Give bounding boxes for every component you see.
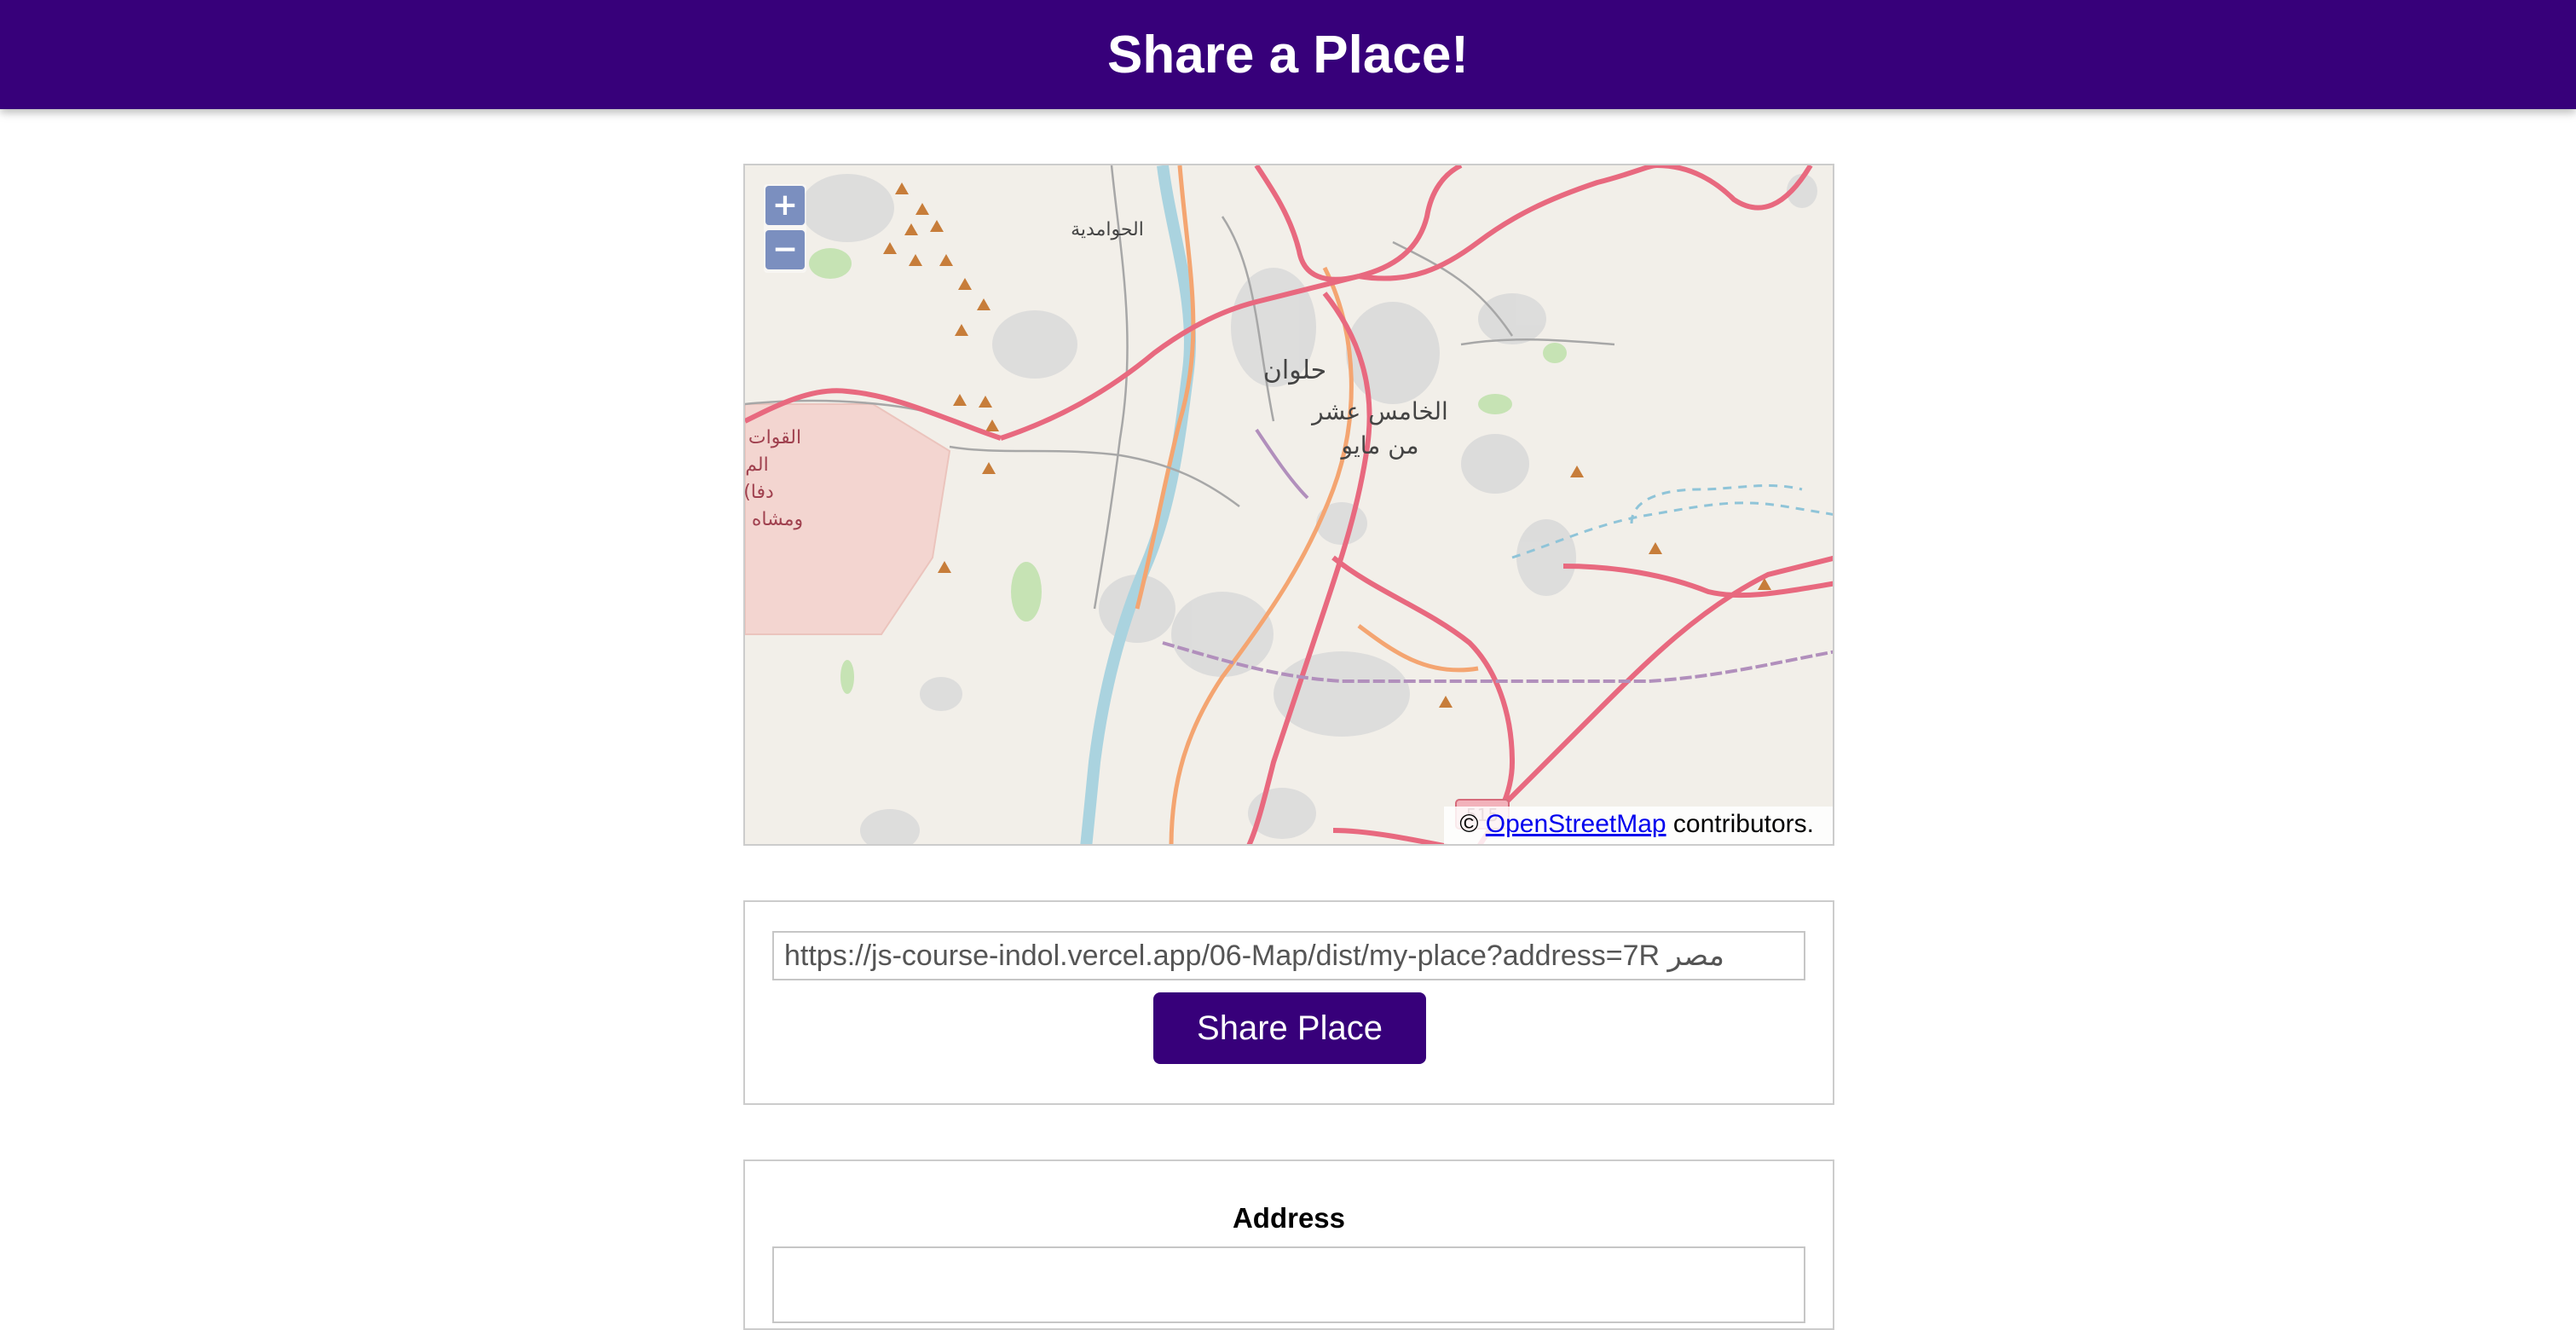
map-label-qawat-4: ومشاه (752, 509, 803, 530)
zoom-in-button[interactable]: + (765, 186, 805, 225)
address-label: Address (1232, 1202, 1346, 1234)
map-label-15-may-line2: من مايو (1340, 431, 1419, 460)
share-place-button[interactable]: Share Place (1153, 992, 1426, 1064)
map-label-qawat-2: الم (745, 454, 768, 476)
map-view[interactable]: حلوان الخامس عشر من مايو الحوامدية القوا… (743, 164, 1834, 846)
openstreetmap-link[interactable]: OpenStreetMap (1486, 810, 1666, 838)
address-section: Address (743, 1159, 1834, 1330)
address-input[interactable] (772, 1246, 1805, 1323)
map-attribution: © OpenStreetMap contributors. (1444, 807, 1833, 844)
page-title: Share a Place! (1107, 25, 1469, 84)
map-label-qawat-3: (دفا (745, 482, 774, 503)
map-label-hawamdeya: الحوامدية (1071, 219, 1144, 240)
map-label-qawat-1: القوات (748, 427, 801, 448)
attribution-prefix: © (1459, 810, 1486, 838)
app-header: Share a Place! (0, 0, 2576, 109)
share-section: https://js-course-indol.vercel.app/06-Ma… (743, 900, 1834, 1105)
map-label-helwan: حلوان (1263, 356, 1326, 385)
map-label-15-may-line1: الخامس عشر (1310, 397, 1448, 425)
zoom-control: + − (764, 184, 806, 273)
share-link-input[interactable]: https://js-course-indol.vercel.app/06-Ma… (772, 931, 1805, 980)
attribution-suffix: contributors. (1666, 810, 1814, 838)
zoom-out-button[interactable]: − (765, 230, 805, 269)
map-tiles[interactable]: حلوان الخامس عشر من مايو الحوامدية القوا… (745, 165, 1834, 846)
